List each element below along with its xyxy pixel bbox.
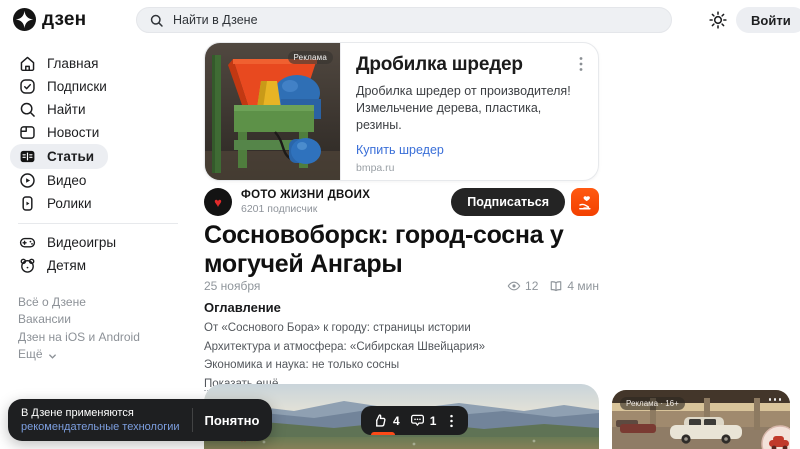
comments-button[interactable]: 1 bbox=[409, 412, 437, 429]
search-input[interactable]: Найти в Дзене bbox=[136, 7, 672, 33]
sidebar-link-more[interactable]: Ещё bbox=[18, 346, 196, 364]
more-options-kebab-icon[interactable] bbox=[445, 413, 457, 429]
sidebar-item-games[interactable]: Видеоигры bbox=[10, 231, 130, 254]
shorts-phone-play-icon bbox=[18, 194, 37, 213]
ad-title[interactable]: Дробилка шредер bbox=[356, 54, 584, 76]
ad-body: Дробилка шредер Дробилка шредер от произ… bbox=[340, 43, 598, 180]
header: дзен Найти в Дзене Войти bbox=[0, 0, 800, 40]
search-placeholder: Найти в Дзене bbox=[173, 13, 258, 27]
thumbs-up-icon bbox=[372, 412, 389, 429]
sidebar-item-label: Видеоигры bbox=[47, 235, 116, 250]
like-button[interactable]: 4 bbox=[372, 412, 400, 429]
sidebar-link-apps[interactable]: Дзен на iOS и Android bbox=[18, 328, 196, 346]
views-count: 12 bbox=[525, 279, 538, 293]
dzen-logo[interactable]: дзен bbox=[13, 8, 86, 31]
sidebar-item-label: Ролики bbox=[47, 196, 92, 211]
sidebar-item-label: Главная bbox=[47, 56, 98, 71]
ad-image-shredder-machine: Реклама bbox=[205, 43, 340, 180]
ad-domain: bmpa.ru bbox=[356, 162, 584, 174]
ad-description: Дробилка шредер от производителя! Измель… bbox=[356, 83, 574, 134]
ad-card[interactable]: Реклама Дробилка шредер Дробилка шредер … bbox=[204, 42, 599, 181]
ad-label-badge: Реклама bbox=[288, 51, 334, 64]
sun-icon bbox=[707, 18, 729, 35]
home-icon bbox=[18, 54, 37, 73]
ad-cta-link[interactable]: Купить шредер bbox=[356, 143, 444, 157]
sidebar-divider bbox=[18, 223, 178, 224]
ad-options-dots-icon[interactable] bbox=[769, 398, 782, 401]
bear-face-icon bbox=[18, 256, 37, 275]
heart-icon: ♥ bbox=[214, 196, 222, 209]
video-play-icon bbox=[18, 171, 37, 190]
subscriptions-badge-icon bbox=[18, 77, 37, 96]
floating-action-bar: 4 1 bbox=[361, 406, 468, 435]
search-icon bbox=[18, 100, 37, 119]
sidebar-link-about[interactable]: Всё о Дзене bbox=[18, 293, 196, 311]
toc-item[interactable]: От «Соснового Бора» к городу: страницы и… bbox=[204, 322, 471, 334]
channel-subscribers: 6201 подписчик bbox=[241, 203, 370, 215]
articles-book-icon bbox=[18, 147, 37, 166]
gamepad-icon bbox=[18, 233, 37, 252]
hand-heart-icon bbox=[577, 194, 594, 211]
login-button[interactable]: Войти bbox=[736, 7, 800, 33]
sidebar-item-shorts[interactable]: Ролики bbox=[10, 192, 106, 215]
subscribe-button[interactable]: Подписаться bbox=[451, 188, 565, 216]
article-meta-row: 25 ноября 12 4 мин bbox=[204, 279, 599, 293]
toc-title: Оглавление bbox=[204, 300, 599, 315]
notice-technologies-link[interactable]: рекомендательные технологии bbox=[21, 421, 180, 433]
sidebar-item-video[interactable]: Видео bbox=[10, 169, 100, 192]
sidebar-ad-card-cars[interactable]: Реклама · 16+ bbox=[612, 390, 790, 449]
notice-text: В Дзене применяются рекомендательные тех… bbox=[21, 406, 180, 434]
channel-avatar[interactable]: ♥ bbox=[204, 188, 232, 216]
notice-line1: В Дзене применяются bbox=[21, 407, 134, 419]
chevron-down-icon bbox=[48, 350, 57, 359]
sidebar-item-label: Найти bbox=[47, 102, 86, 117]
dzen-logo-icon bbox=[13, 8, 36, 31]
like-count: 4 bbox=[393, 414, 400, 428]
sidebar: Главная Подписки Найти Новости bbox=[0, 40, 196, 363]
comment-count: 1 bbox=[430, 414, 437, 428]
comment-bubble-icon bbox=[409, 412, 426, 429]
sidebar-item-home[interactable]: Главная bbox=[10, 52, 112, 75]
article-date: 25 ноября bbox=[204, 279, 260, 293]
toc-item[interactable]: Экономика и наука: не только сосны bbox=[204, 359, 399, 371]
channel-name[interactable]: ФОТО ЖИЗНИ ДВОИХ bbox=[241, 189, 370, 201]
donate-button[interactable] bbox=[571, 188, 599, 216]
sidebar-item-subscriptions[interactable]: Подписки bbox=[10, 75, 121, 98]
dzen-logo-text: дзен bbox=[42, 9, 86, 31]
toc-item[interactable]: Архитектура и атмосфера: «Сибирская Швей… bbox=[204, 341, 485, 353]
read-time-book-icon bbox=[549, 279, 563, 293]
ad-age-badge: Реклама · 16+ bbox=[620, 397, 685, 410]
sidebar-link-more-label: Ещё bbox=[18, 347, 43, 361]
toast-divider bbox=[192, 408, 193, 432]
recommendation-notice-toast: В Дзене применяются рекомендательные тех… bbox=[8, 399, 272, 441]
sidebar-item-news[interactable]: Новости bbox=[10, 121, 113, 144]
ad-menu-kebab-icon[interactable] bbox=[574, 56, 588, 72]
sidebar-item-label: Подписки bbox=[47, 79, 107, 94]
sidebar-item-label: Новости bbox=[47, 125, 99, 140]
search-icon bbox=[149, 13, 164, 28]
table-of-contents: Оглавление От «Соснового Бора» к городу:… bbox=[204, 300, 599, 391]
views-eye-icon bbox=[507, 279, 521, 293]
article-title: Сосновоборск: город-сосна у могучей Анга… bbox=[204, 221, 604, 279]
dzen-page: дзен Найти в Дзене Войти Гла bbox=[0, 0, 800, 449]
notice-accept-button[interactable]: Понятно bbox=[205, 413, 260, 428]
sidebar-footer-links: Всё о Дзене Вакансии Дзен на iOS и Andro… bbox=[18, 293, 196, 363]
sidebar-link-jobs[interactable]: Вакансии bbox=[18, 311, 196, 329]
channel-meta: ФОТО ЖИЗНИ ДВОИХ 6201 подписчик bbox=[241, 189, 370, 215]
sidebar-item-label: Видео bbox=[47, 173, 86, 188]
sidebar-item-kids[interactable]: Детям bbox=[10, 254, 100, 277]
theme-toggle-button[interactable] bbox=[707, 9, 729, 31]
news-icon bbox=[18, 123, 37, 142]
sidebar-item-label: Статьи bbox=[47, 149, 94, 164]
sidebar-item-search[interactable]: Найти bbox=[10, 98, 100, 121]
channel-row: ♥ ФОТО ЖИЗНИ ДВОИХ 6201 подписчик Подпис… bbox=[204, 188, 599, 216]
sidebar-item-articles[interactable]: Статьи bbox=[10, 144, 108, 169]
read-time: 4 мин bbox=[567, 279, 599, 293]
like-progress-indicator bbox=[371, 432, 395, 435]
sidebar-item-label: Детям bbox=[47, 258, 86, 273]
